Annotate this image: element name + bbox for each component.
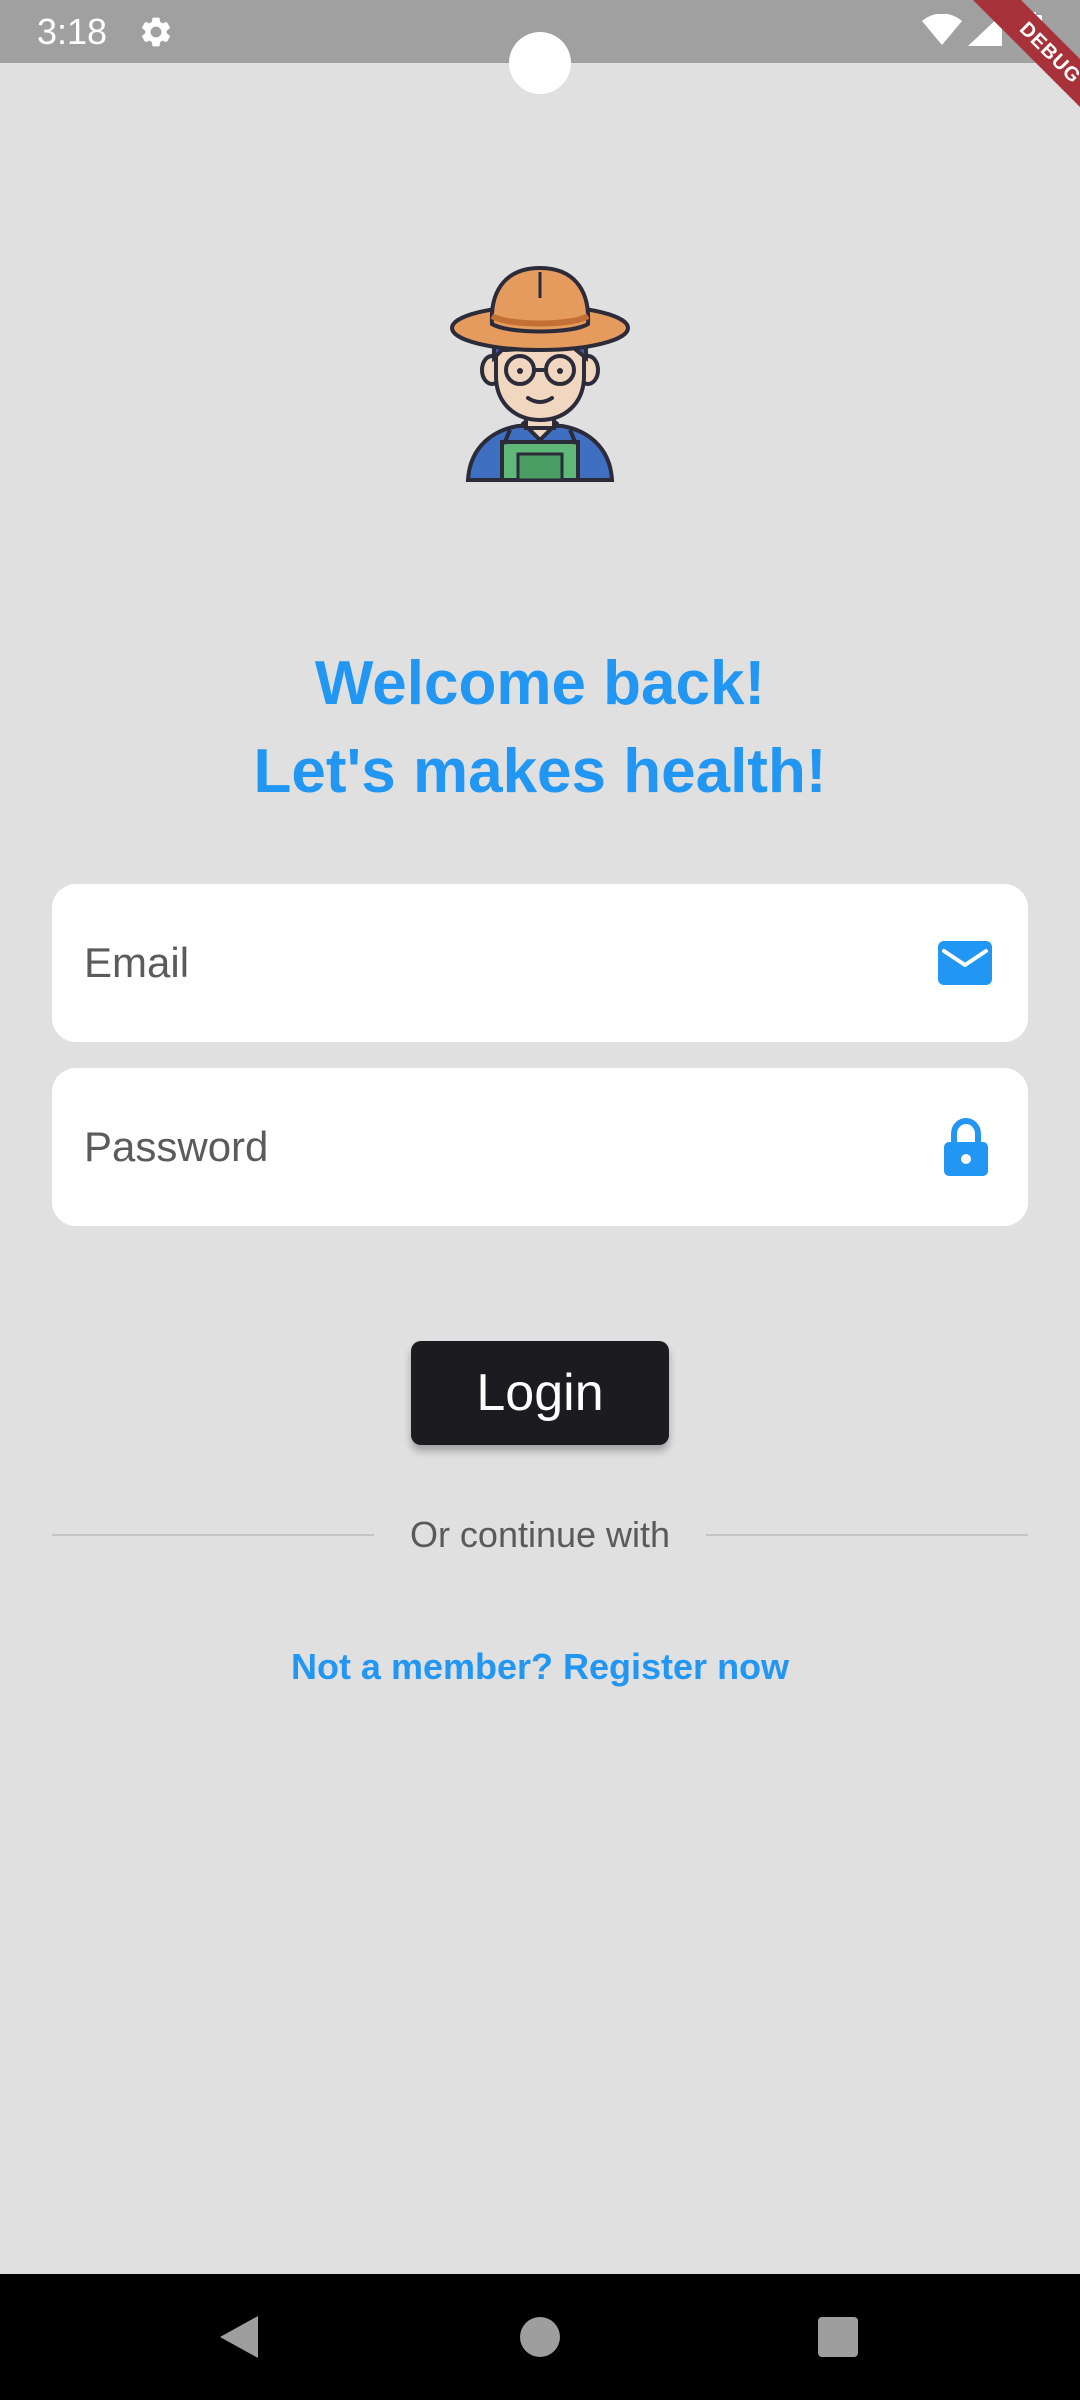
debug-banner: DEBUG <box>930 0 1080 150</box>
status-time: 3:18 <box>37 11 108 52</box>
gear-icon <box>141 17 171 47</box>
lock-icon <box>944 1118 988 1176</box>
divider-line-left <box>52 1534 374 1536</box>
welcome-title: Welcome back! <box>314 649 766 718</box>
navigation-bar <box>0 2274 1080 2400</box>
home-icon[interactable] <box>520 2317 560 2357</box>
recents-icon[interactable] <box>818 2317 858 2357</box>
back-icon[interactable] <box>218 2314 260 2360</box>
mail-icon <box>938 941 992 985</box>
login-button[interactable]: Login <box>411 1341 669 1445</box>
email-placeholder: Email <box>84 939 190 986</box>
debug-ribbon-label: DEBUG <box>960 0 1080 143</box>
camera-cutout <box>509 32 571 94</box>
register-link[interactable]: Not a member? Register now <box>0 1642 1080 1692</box>
farmer-avatar-icon <box>450 265 630 482</box>
divider-line-right <box>706 1534 1028 1536</box>
welcome-subtitle: Let's makes health! <box>253 737 827 806</box>
password-placeholder: Password <box>84 1123 269 1170</box>
password-field[interactable]: Password <box>52 1068 1028 1226</box>
email-field[interactable]: Email <box>52 884 1028 1042</box>
divider-label: Or continue with <box>409 1514 671 1555</box>
